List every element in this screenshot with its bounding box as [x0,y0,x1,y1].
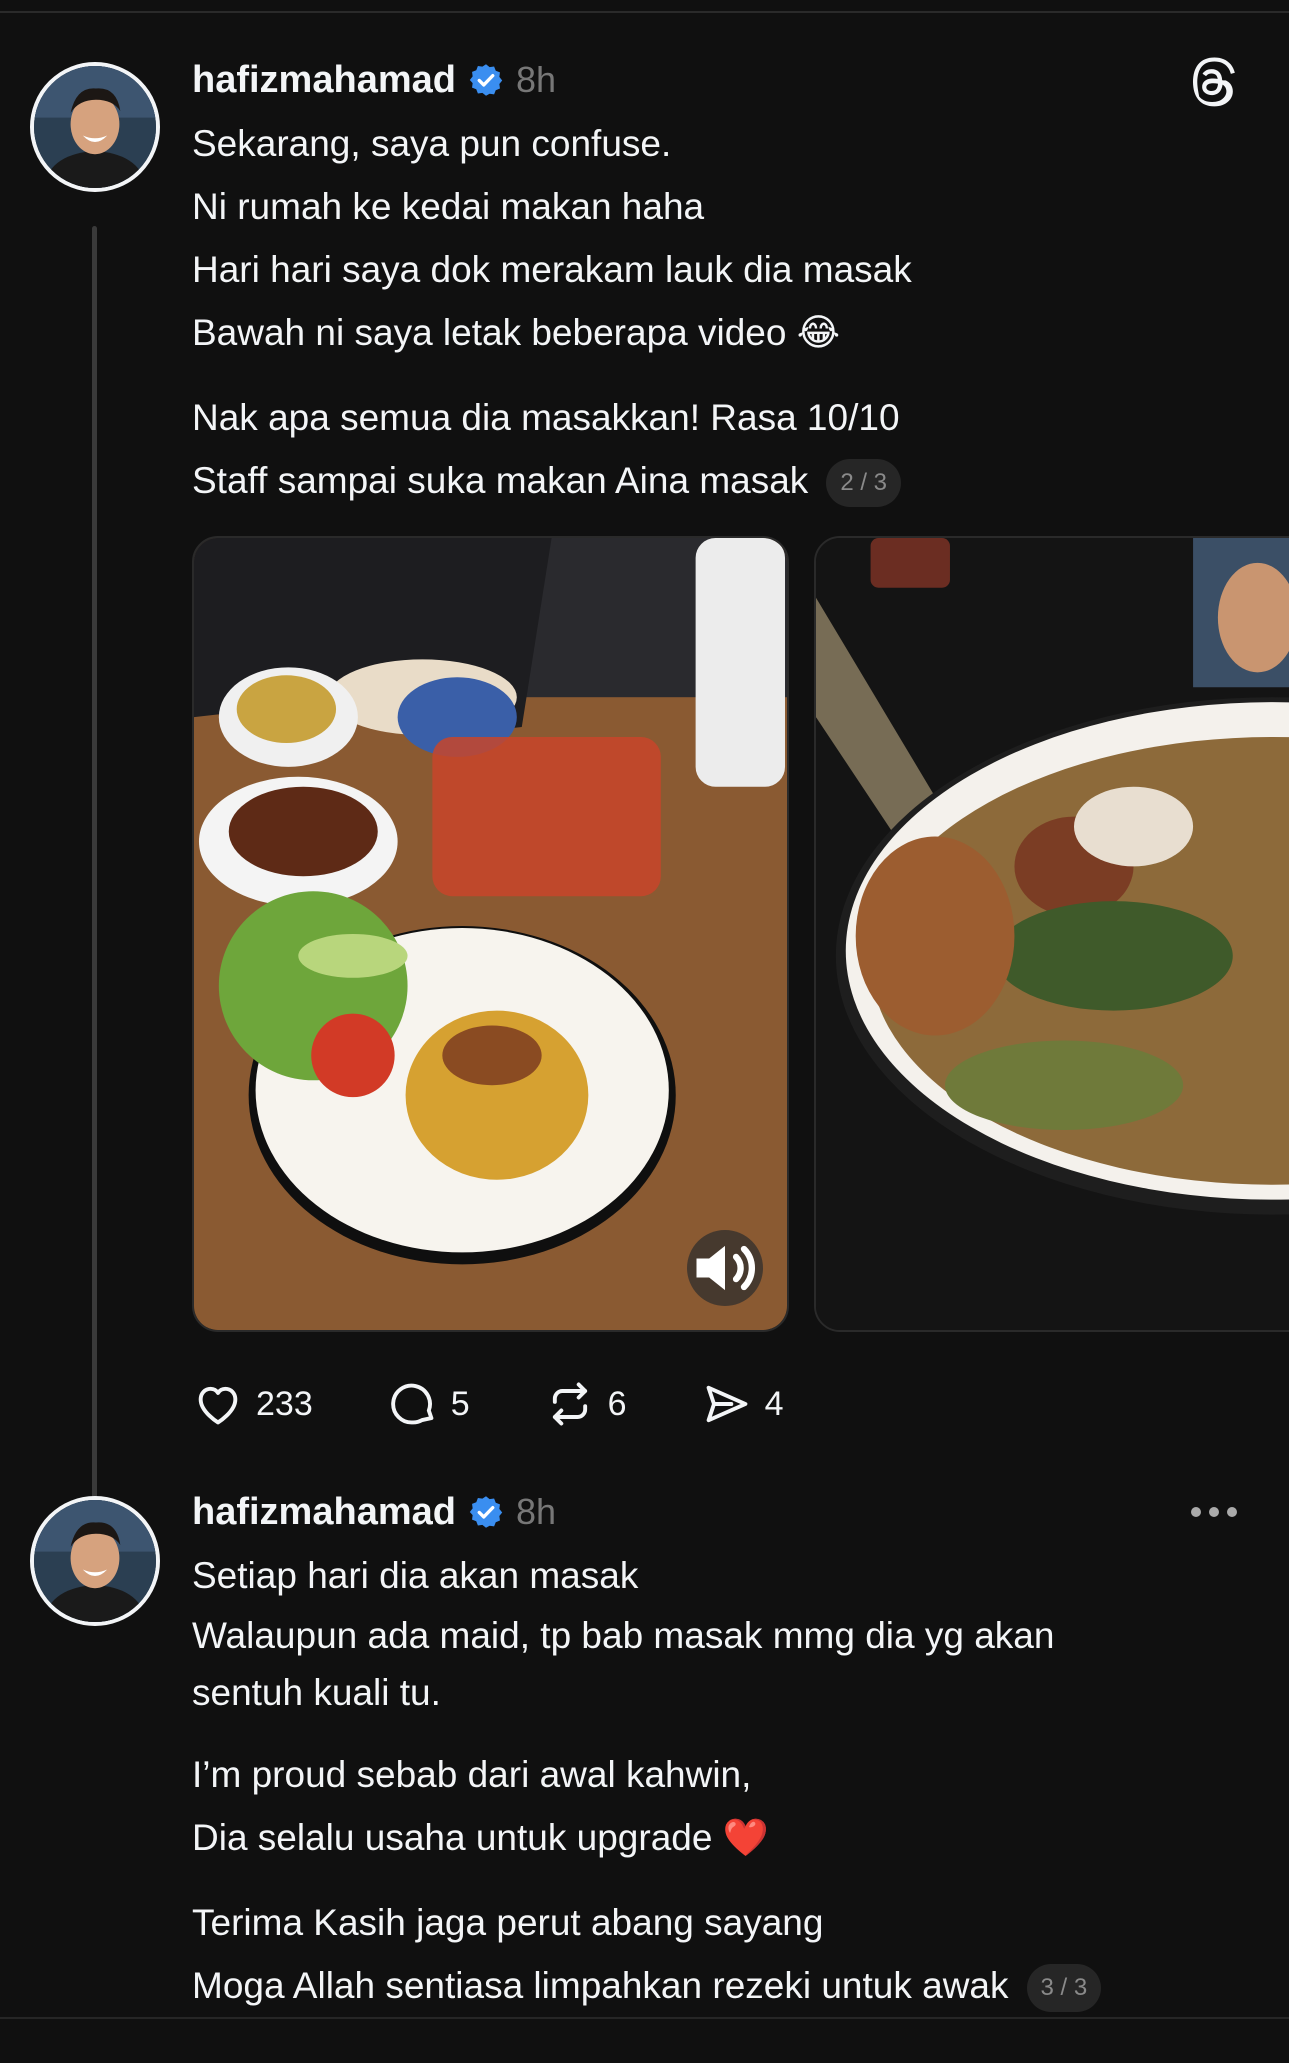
food-video-thumbnail [194,538,787,1330]
post-time: 8h [515,59,557,100]
reply-button[interactable]: 5 [387,1378,470,1430]
text-line-with-pill: Staff sampai suka makan Aina masak 2 / 3 [192,449,1232,512]
like-count: 233 [256,1384,313,1423]
text-line: Hari hari saya dok merakam lauk dia masa… [192,249,912,290]
text-line: Bawah ni saya letak beberapa video 😂 [192,312,840,353]
paragraph: Sekarang, saya pun confuse. Ni rumah ke … [192,112,1232,364]
video-card-food-plate[interactable] [192,536,789,1332]
paragraph: Nak apa semua dia masakkan! Rasa 10/10 S… [192,386,1232,512]
text-line: Nak apa semua dia masakkan! Rasa 10/10 [192,397,900,438]
text-line: Staff sampai suka makan Aina masak [192,460,809,501]
verified-badge-icon [469,1496,503,1528]
speaker-icon [696,1245,756,1291]
share-button[interactable]: 4 [701,1378,784,1430]
avatar[interactable] [30,1496,160,1626]
paragraph: I’m proud sebab dari awal kahwin, Dia se… [192,1743,1232,1869]
text-line: Terima Kasih jaga perut abang sayang [192,1902,824,1943]
share-count: 4 [764,1384,784,1423]
heart-icon [198,1386,238,1425]
post-header: hafizmahamad 8h [192,1486,556,1538]
repost-icon [552,1382,587,1426]
text-line-with-pill: Moga Allah sentiasa limpahkan rezeki unt… [192,1954,1232,2017]
text-line: Sekarang, saya pun confuse. [192,123,672,164]
username[interactable]: hafizmahamad [192,59,456,102]
post-header: hafizmahamad 8h [192,54,556,106]
paragraph: Terima Kasih jaga perut abang sayang Mog… [192,1891,1232,2017]
bowl-video-thumbnail [816,538,1289,1330]
text-line: Setiap hari dia akan masak [192,1555,639,1596]
post-time: 8h [515,1491,557,1532]
thread-connector-line [92,226,97,1526]
post-text: Sekarang, saya pun confuse. Ni rumah ke … [192,112,1232,534]
comment-icon [390,1383,434,1425]
paragraph: Setiap hari dia akan masak Walaupun ada … [192,1544,1232,1721]
avatar[interactable] [30,62,160,192]
username[interactable]: hafizmahamad [192,1491,456,1534]
text-line: Walaupun ada maid, tp bab masak mmg dia … [192,1615,1055,1713]
reply-count: 5 [450,1384,470,1423]
video-card-bowl[interactable] [814,536,1289,1332]
repost-count: 6 [607,1384,627,1423]
more-options-icon[interactable] [1191,1500,1241,1524]
top-divider [0,11,1289,13]
text-line: I’m proud sebab dari awal kahwin, [192,1754,752,1795]
send-icon [706,1385,747,1423]
verified-badge-icon [469,64,503,96]
post-actions: 233 5 6 4 [192,1372,858,1436]
media-carousel[interactable] [192,536,1289,1332]
page-indicator: 2 / 3 [826,459,902,508]
text-line: Ni rumah ke kedai makan haha [192,186,705,227]
bottom-divider [0,2017,1289,2019]
mute-toggle-button[interactable] [687,1230,763,1306]
text-line: Dia selalu usaha untuk upgrade ❤️ [192,1817,769,1858]
repost-button[interactable]: 6 [544,1378,627,1430]
like-button[interactable]: 233 [192,1378,313,1430]
post-text: Setiap hari dia akan masak Walaupun ada … [192,1544,1232,2039]
text-line: Moga Allah sentiasa limpahkan rezeki unt… [192,1965,1009,2006]
page-indicator: 3 / 3 [1026,1964,1102,2013]
threads-logo-icon[interactable] [1187,56,1239,108]
